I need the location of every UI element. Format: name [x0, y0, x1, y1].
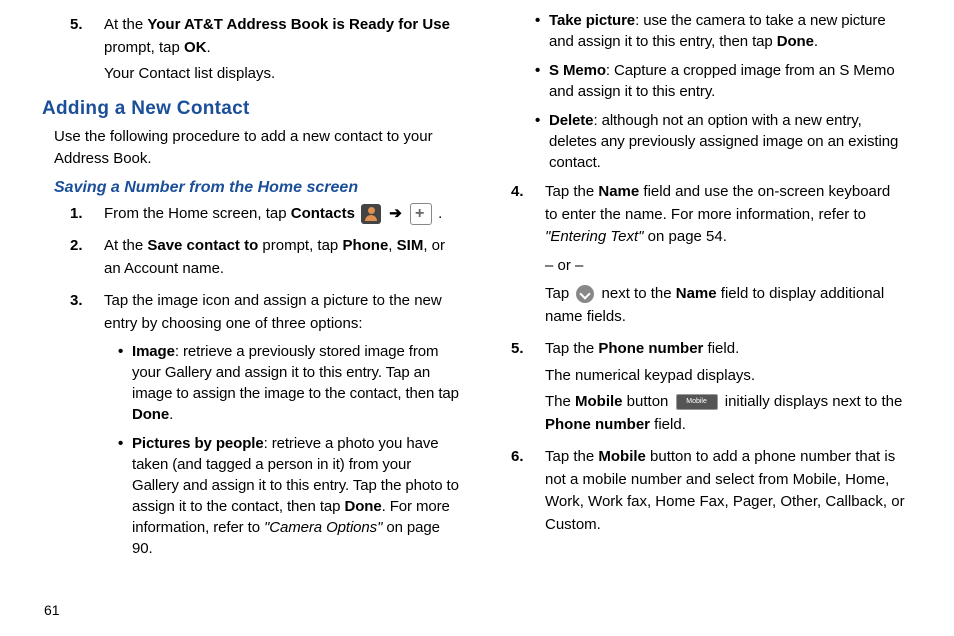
step-number: 4.	[511, 181, 524, 204]
text-bold: Mobile	[598, 448, 646, 465]
text-bold: Done	[344, 498, 381, 515]
sub-text: Your Contact list displays.	[104, 63, 459, 86]
text: : retrieve a previously stored image fro…	[132, 343, 459, 402]
text-bold: Phone number	[598, 340, 703, 357]
text-bold: Mobile	[575, 393, 623, 410]
intro-text: Use the following procedure to add a new…	[54, 126, 459, 171]
text-bold: S Memo	[549, 62, 606, 79]
heading-saving-number: Saving a Number from the Home screen	[54, 179, 459, 197]
text: prompt, tap	[104, 39, 184, 56]
step-5-prev: 5. At the Your AT&T Address Book is Read…	[70, 14, 459, 86]
text: .	[434, 205, 442, 222]
text: on page 54.	[643, 228, 726, 245]
text-bold: Contacts	[291, 205, 355, 222]
bullet-take-picture: Take picture: use the camera to take a n…	[535, 10, 906, 52]
text-bold: SIM	[397, 237, 424, 254]
step-2: 2. At the Save contact to prompt, tap Ph…	[70, 235, 459, 280]
text-bold: Done	[132, 406, 169, 423]
alt-text: Tap next to the Name field to display ad…	[545, 283, 906, 328]
chevron-down-icon	[576, 285, 594, 303]
text-bold: OK	[184, 39, 207, 56]
step-5: 5. Tap the Phone number field. The numer…	[511, 338, 906, 436]
step-4: 4. Tap the Name field and use the on-scr…	[511, 181, 906, 328]
text: Tap	[545, 285, 573, 302]
mobile-button-icon: Mobile	[676, 394, 718, 411]
bullet-pictures-people: Pictures by people: retrieve a photo you…	[118, 433, 459, 559]
sub-text: The Mobile button Mobile initially displ…	[545, 391, 906, 436]
text: Tap the image icon and assign a picture …	[104, 292, 442, 332]
text: field.	[703, 340, 739, 357]
step-number: 5.	[511, 338, 524, 361]
text-bold: Image	[132, 343, 175, 360]
text-bold: Name	[598, 183, 639, 200]
text: .	[207, 39, 211, 56]
step-number: 5.	[70, 14, 83, 37]
text: From the Home screen, tap	[104, 205, 291, 222]
cross-reference: "Entering Text"	[545, 228, 643, 245]
text: Tap the	[545, 448, 598, 465]
text-bold: Name	[676, 285, 717, 302]
text: At the	[104, 16, 147, 33]
page-number: 61	[44, 602, 60, 618]
text: Tap the	[545, 340, 598, 357]
text: .	[169, 406, 173, 423]
text-bold: Pictures by people	[132, 435, 264, 452]
bullet-image: Image: retrieve a previously stored imag…	[118, 341, 459, 425]
text: ,	[388, 237, 396, 254]
contacts-icon	[361, 204, 381, 224]
text-bold: Done	[777, 33, 814, 50]
bullet-delete: Delete: although not an option with a ne…	[535, 110, 906, 173]
sub-text: The numerical keypad displays.	[545, 365, 906, 388]
step-3: 3. Tap the image icon and assign a pictu…	[70, 290, 459, 559]
text: : although not an option with a new entr…	[549, 112, 898, 171]
text: initially displays next to the	[721, 393, 903, 410]
step-number: 3.	[70, 290, 83, 313]
cross-reference: "Camera Options"	[264, 519, 382, 536]
bullet-smemo: S Memo: Capture a cropped image from an …	[535, 60, 906, 102]
text: button	[623, 393, 673, 410]
plus-icon	[410, 203, 432, 225]
text: Tap the	[545, 183, 598, 200]
step-1: 1. From the Home screen, tap Contacts ➔ …	[70, 203, 459, 226]
step-number: 2.	[70, 235, 83, 258]
or-divider: – or –	[545, 255, 906, 278]
right-column: Take picture: use the camera to take a n…	[477, 10, 954, 569]
text-bold: Delete	[549, 112, 593, 129]
arrow-icon: ➔	[385, 205, 406, 222]
heading-adding-contact: Adding a New Contact	[42, 98, 459, 120]
left-column: 5. At the Your AT&T Address Book is Read…	[0, 10, 477, 569]
text-bold: Save contact to	[147, 237, 258, 254]
text-bold: Your AT&T Address Book is Ready for Use	[147, 16, 450, 33]
text-bold: Phone number	[545, 416, 650, 433]
text: field.	[650, 416, 686, 433]
text: .	[814, 33, 818, 50]
text-bold: Take picture	[549, 12, 635, 29]
step-number: 6.	[511, 446, 524, 469]
text: The	[545, 393, 575, 410]
text-bold: Phone	[342, 237, 388, 254]
text: next to the	[597, 285, 675, 302]
step-number: 1.	[70, 203, 83, 226]
two-column-layout: 5. At the Your AT&T Address Book is Read…	[0, 0, 954, 569]
text: At the	[104, 237, 147, 254]
text: prompt, tap	[258, 237, 342, 254]
step-6: 6. Tap the Mobile button to add a phone …	[511, 446, 906, 536]
